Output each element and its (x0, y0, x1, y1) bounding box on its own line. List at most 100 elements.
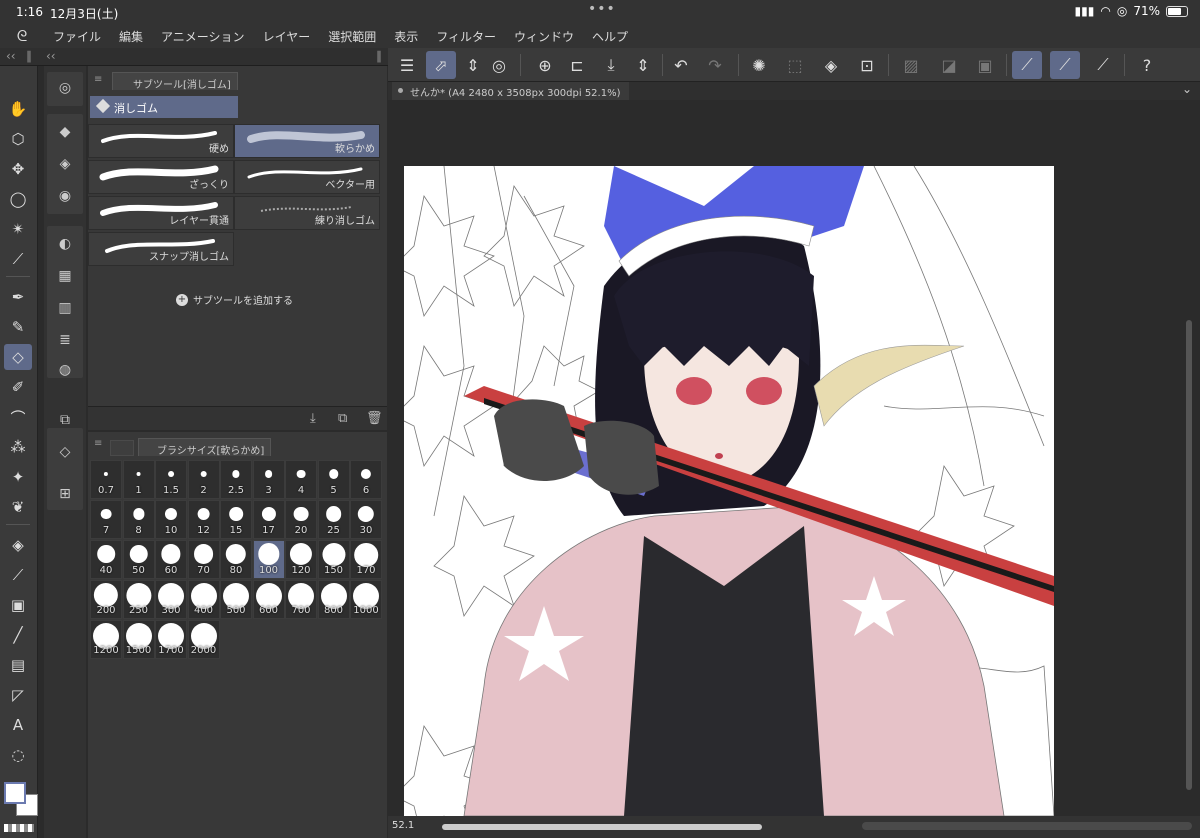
brush-size-cell[interactable]: 1700 (155, 620, 187, 659)
tool-property-icon[interactable]: ◆ (51, 118, 79, 146)
brush-size-cell[interactable]: 1.5 (155, 460, 187, 499)
color-wheel-icon[interactable]: ◐ (51, 230, 79, 258)
object-select-icon[interactable]: ⬡ (4, 126, 32, 152)
tone-icon[interactable]: ◪ (934, 51, 964, 79)
save-icon[interactable]: ⤓ (596, 51, 626, 79)
document-tab[interactable]: せんか* (A4 2480 x 3508px 300dpi 52.1%) (392, 82, 629, 100)
brush-size-cell[interactable]: 1200 (90, 620, 122, 659)
subtool-item[interactable]: スナップ消しゴム (88, 232, 234, 266)
vertical-scrollbar[interactable] (1186, 320, 1192, 790)
brush-size-cell[interactable]: 30 (350, 500, 382, 539)
timeline-icon[interactable]: ▥ (51, 294, 79, 322)
chevron-down-icon[interactable]: ⌄ (1182, 82, 1192, 96)
menu-selection[interactable]: 選択範囲 (319, 28, 385, 45)
tool-property-tab[interactable] (110, 440, 134, 456)
curve-icon[interactable]: ⌒ (4, 404, 32, 430)
fill-bucket-icon[interactable]: ◈ (816, 51, 846, 79)
balloon-icon[interactable]: ◌ (4, 742, 32, 768)
brush-size-cell[interactable]: 800 (317, 580, 350, 619)
grip-icon[interactable]: ∥ (376, 49, 382, 63)
fill-icon[interactable]: ◈ (4, 532, 32, 558)
subtool-item[interactable]: ベクター用 (234, 160, 380, 194)
menu-layer[interactable]: レイヤー (254, 28, 320, 45)
brush-size-cell[interactable]: 10 (155, 500, 187, 539)
layers-icon[interactable]: ◇ (51, 438, 79, 466)
brush-size-cell[interactable]: 12 (187, 500, 220, 539)
collapse-icon[interactable]: ‹‹ (46, 49, 56, 63)
redo-icon[interactable]: ↷ (700, 51, 730, 79)
layer-clip-icon[interactable]: ▣ (970, 51, 1000, 79)
eraser-icon[interactable]: ◇ (4, 344, 32, 370)
figure-icon[interactable]: ╱ (4, 622, 32, 648)
snap-special-icon[interactable]: ⟋ (1088, 51, 1118, 79)
menu-view[interactable]: 表示 (385, 28, 427, 45)
pencil-icon[interactable]: ✎ (4, 314, 32, 340)
snap-brush-icon[interactable]: ⟋ (1050, 51, 1080, 79)
navigator-icon[interactable]: ◎ (51, 74, 79, 102)
clip-studio-logo-icon[interactable]: ᘓ (0, 27, 44, 45)
brush-size-cell[interactable]: 250 (122, 580, 155, 619)
color-set-icon[interactable]: ▦ (51, 262, 79, 290)
brush-size-cell[interactable]: 700 (285, 580, 317, 619)
menu-window[interactable]: ウィンドウ (505, 28, 583, 45)
drops-icon[interactable]: ◍ (51, 356, 79, 384)
lasso-icon[interactable]: ◯ (4, 186, 32, 212)
material-icon[interactable]: ⊞ (51, 480, 79, 508)
decoration-icon[interactable]: ✦ (4, 464, 32, 490)
brush-size-cell[interactable]: 60 (155, 540, 187, 579)
brush-size-cell[interactable]: 120 (285, 540, 317, 579)
brush-size-cell[interactable]: 17 (252, 500, 285, 539)
zoom-slider[interactable] (442, 824, 762, 830)
brush-size-cell[interactable]: 2 (187, 460, 220, 499)
subtool-item[interactable]: 硬め (88, 124, 234, 158)
brush-size-cell[interactable]: 6 (350, 460, 382, 499)
text-icon[interactable]: A (4, 712, 32, 738)
brush-icon[interactable]: ⟋ (4, 562, 32, 588)
brush-size-cell[interactable]: 50 (122, 540, 155, 579)
hand-icon[interactable]: ✋ (4, 96, 32, 122)
loading-icon[interactable]: ✺ (744, 51, 774, 79)
airbrush-icon[interactable]: ⁂ (4, 434, 32, 460)
grip-icon[interactable]: ≡ (94, 438, 102, 449)
artwork-canvas[interactable] (404, 166, 1054, 816)
edit-canvas-icon[interactable]: ⬀ (426, 51, 456, 79)
subtool-item[interactable]: 練り消しゴム (234, 196, 380, 230)
ruler-icon[interactable]: ◸ (4, 682, 32, 708)
brush-size-cell[interactable]: 20 (285, 500, 317, 539)
frame-icon[interactable]: ▤ (4, 652, 32, 678)
brush-size-cell[interactable]: 5 (317, 460, 350, 499)
brush-size-cell[interactable]: 200 (90, 580, 122, 619)
subtool-item[interactable]: ざっくり (88, 160, 234, 194)
brush-size-cell[interactable]: 1 (122, 460, 155, 499)
multitasking-dots-icon[interactable]: ••• (588, 1, 616, 17)
color-swatches[interactable] (4, 782, 38, 822)
brush-size-cell[interactable]: 1000 (350, 580, 382, 619)
subtool-panel-tab[interactable]: サブツール[消しゴム] (112, 72, 238, 91)
brush-size-cell[interactable]: 70 (187, 540, 220, 579)
brush-size-cell[interactable]: 300 (155, 580, 187, 619)
eyedropper-icon[interactable]: ⟋ (4, 246, 32, 272)
brush-size-cell[interactable]: 25 (317, 500, 350, 539)
brush-size-cell[interactable]: 4 (285, 460, 317, 499)
brush-size-cell[interactable]: 600 (252, 580, 285, 619)
help-icon[interactable]: ? (1132, 51, 1162, 79)
subtool-item[interactable]: レイヤー貫通 (88, 196, 234, 230)
brush-size-cell[interactable]: 170 (350, 540, 382, 579)
move-icon[interactable]: ✥ (4, 156, 32, 182)
brush-settings-icon[interactable]: ◈ (51, 150, 79, 178)
layer-search-icon[interactable]: ⧉ (51, 406, 79, 434)
chevron-updown-icon[interactable]: ⇕ (628, 51, 658, 79)
brush-size-cell[interactable]: 1500 (122, 620, 155, 659)
brush-size-cell[interactable]: 7 (90, 500, 122, 539)
collapse-icon[interactable]: ‹‹ (6, 49, 16, 63)
menu-help[interactable]: ヘルプ (583, 28, 637, 45)
pen-icon[interactable]: ✒ (4, 284, 32, 310)
brush-size-cell[interactable]: 2000 (187, 620, 220, 659)
menu-animation[interactable]: アニメーション (152, 28, 254, 45)
brush-size-cell[interactable]: 80 (220, 540, 252, 579)
subtool-group-eraser[interactable]: 消しゴム (90, 96, 238, 118)
brush-size-cell[interactable]: 3 (252, 460, 285, 499)
import-icon[interactable]: ⤓ (310, 411, 316, 426)
brush-size-icon[interactable]: ◉ (51, 182, 79, 210)
clip-studio-icon[interactable]: ◎ (484, 51, 514, 79)
